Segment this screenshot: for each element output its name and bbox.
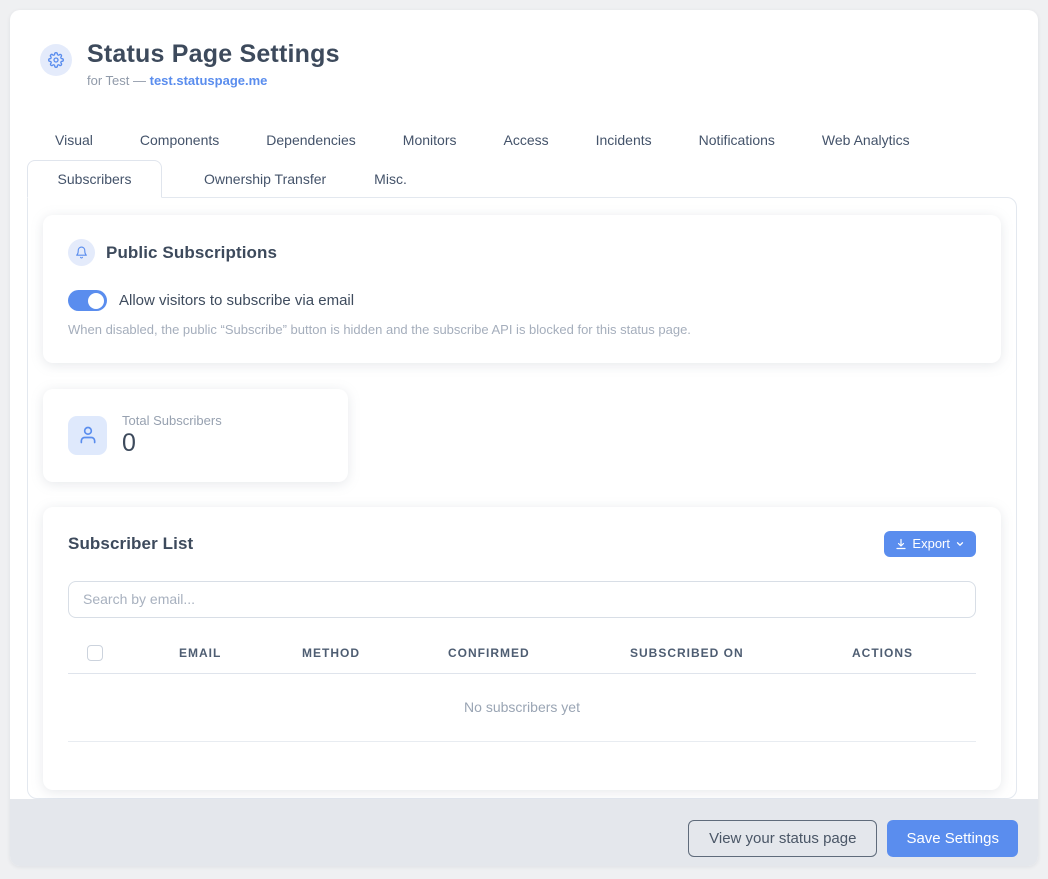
column-actions: ACTIONS: [852, 646, 913, 660]
total-subscribers-card: Total Subscribers 0: [43, 389, 348, 482]
tab-visual[interactable]: Visual: [55, 132, 93, 160]
status-page-link[interactable]: test.statuspage.me: [150, 73, 268, 88]
export-button-label: Export: [912, 536, 950, 551]
tab-dependencies[interactable]: Dependencies: [266, 132, 356, 160]
public-subscriptions-card: Public Subscriptions Allow visitors to s…: [43, 215, 1001, 363]
tab-subscribers[interactable]: Subscribers: [27, 160, 162, 198]
view-status-page-button[interactable]: View your status page: [688, 820, 877, 857]
settings-tabs: Visual Components Dependencies Monitors …: [10, 132, 1038, 197]
total-subscribers-label: Total Subscribers: [122, 413, 222, 428]
tab-row-primary: Visual Components Dependencies Monitors …: [10, 132, 1038, 160]
settings-window: Status Page Settings for Test — test.sta…: [10, 10, 1038, 866]
tab-notifications[interactable]: Notifications: [699, 132, 775, 160]
tab-web-analytics[interactable]: Web Analytics: [822, 132, 910, 160]
subscribe-toggle[interactable]: [68, 290, 107, 311]
tab-misc[interactable]: Misc.: [374, 160, 407, 197]
subscriber-table-header: EMAIL METHOD CONFIRMED SUBSCRIBED ON ACT…: [68, 638, 976, 674]
tab-incidents[interactable]: Incidents: [596, 132, 652, 160]
tab-components[interactable]: Components: [140, 132, 219, 160]
page-subtitle: for Test — test.statuspage.me: [87, 73, 340, 88]
page-header: Status Page Settings for Test — test.sta…: [10, 10, 1038, 88]
tab-access[interactable]: Access: [503, 132, 548, 160]
subscribe-helper-text: When disabled, the public “Subscribe” bu…: [68, 322, 976, 337]
subscriber-list-title: Subscriber List: [68, 534, 193, 554]
export-button[interactable]: Export: [884, 531, 976, 557]
empty-state: No subscribers yet: [68, 674, 976, 742]
subscribe-toggle-label: Allow visitors to subscribe via email: [119, 292, 354, 309]
bell-icon: [68, 239, 95, 266]
column-subscribed-on: SUBSCRIBED ON: [630, 646, 744, 660]
gear-icon: [40, 44, 72, 76]
search-input[interactable]: [68, 581, 976, 618]
column-email: EMAIL: [179, 646, 221, 660]
column-confirmed: CONFIRMED: [448, 646, 530, 660]
chevron-down-icon: [955, 539, 965, 549]
tab-monitors[interactable]: Monitors: [403, 132, 457, 160]
public-subscriptions-title: Public Subscriptions: [106, 243, 277, 263]
tab-ownership-transfer[interactable]: Ownership Transfer: [204, 160, 326, 197]
save-settings-button[interactable]: Save Settings: [887, 820, 1018, 857]
subtitle-prefix: for Test —: [87, 73, 150, 88]
user-icon: [68, 416, 107, 455]
column-method: METHOD: [302, 646, 360, 660]
download-icon: [895, 538, 907, 550]
subscribers-tab-panel: Public Subscriptions Allow visitors to s…: [27, 197, 1017, 799]
select-all-checkbox[interactable]: [87, 645, 103, 661]
page-title: Status Page Settings: [87, 40, 340, 69]
action-footer: View your status page Save Settings: [10, 799, 1038, 867]
tab-row-secondary: Subscribers Ownership Transfer Misc.: [10, 160, 1038, 197]
subscriber-list-card: Subscriber List Export EMAIL METHOD CONF…: [43, 507, 1001, 790]
toggle-knob: [88, 293, 104, 309]
total-subscribers-value: 0: [122, 430, 222, 458]
